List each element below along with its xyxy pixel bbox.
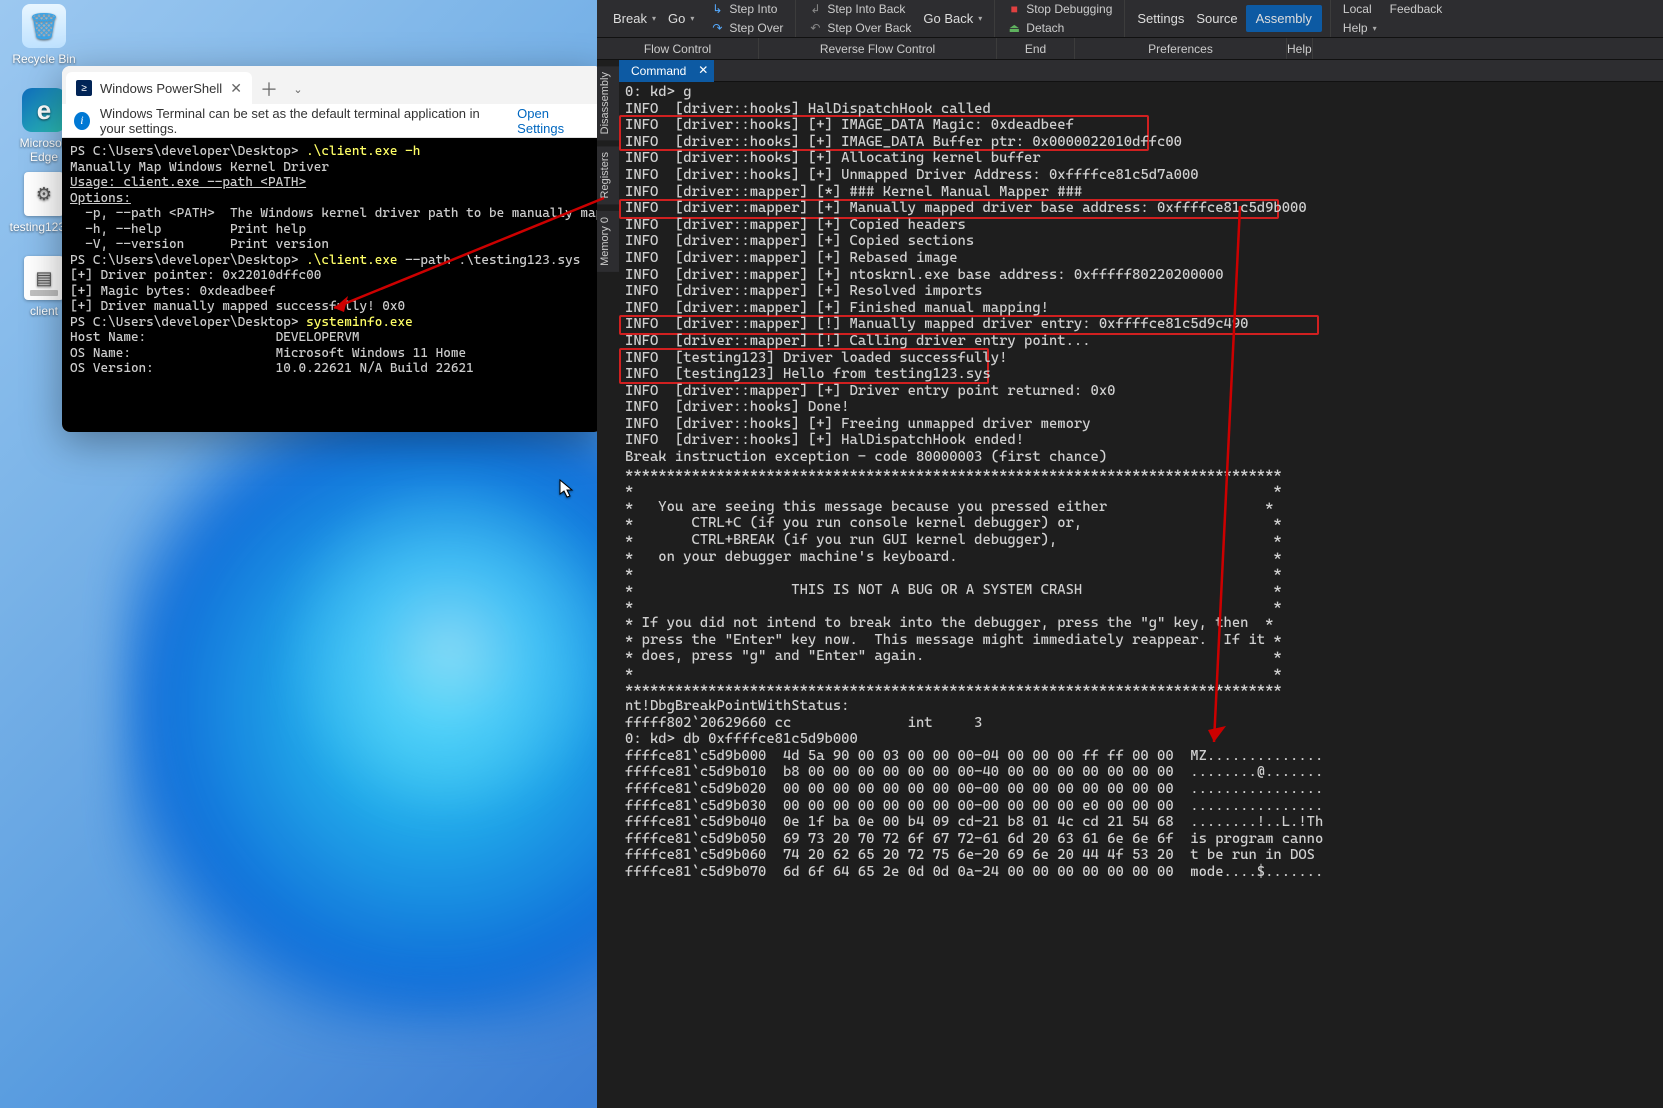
close-icon[interactable]: ✕ (698, 63, 708, 77)
windbg-window[interactable]: Break▾ Go▾ ↳Step Into ↷Step Over ↲Step I… (597, 0, 1663, 1108)
stop-debugging-button[interactable]: ■Stop Debugging (1003, 0, 1116, 18)
source-button[interactable]: Source (1192, 9, 1241, 28)
desktop-label: Recycle Bin (6, 52, 82, 66)
step-into-icon: ↳ (710, 2, 724, 16)
go-back-button[interactable]: Go Back▾ (919, 9, 986, 28)
info-icon: i (74, 112, 90, 130)
step-into-back-button[interactable]: ↲Step Into Back (804, 0, 915, 18)
subbar-prefs: Preferences (1075, 38, 1287, 59)
new-tab-button[interactable]: ＋ (254, 74, 284, 104)
side-tabs: Disassembly Registers Memory 0 (597, 62, 619, 272)
tab-disassembly[interactable]: Disassembly (597, 66, 619, 140)
mouse-cursor (559, 479, 575, 499)
powershell-window[interactable]: ≥ Windows PowerShell ✕ ＋ ⌄ i Windows Ter… (62, 66, 602, 432)
close-icon[interactable]: ✕ (230, 80, 242, 97)
settings-button[interactable]: Settings (1133, 9, 1188, 28)
tab-bar: ≥ Windows PowerShell ✕ ＋ ⌄ (62, 66, 602, 104)
go-button[interactable]: Go▾ (664, 9, 698, 28)
stop-icon: ■ (1007, 2, 1021, 16)
step-over-back-icon: ↶ (808, 21, 822, 35)
break-button[interactable]: Break▾ (609, 9, 660, 28)
tab-powershell[interactable]: ≥ Windows PowerShell ✕ (66, 72, 252, 104)
detach-icon: ⏏ (1007, 21, 1021, 35)
edge-icon: e (22, 88, 66, 132)
feedback-button[interactable]: Feedback (1386, 0, 1447, 18)
info-text: Windows Terminal can be set as the defau… (100, 106, 507, 136)
subbar-end: End (997, 38, 1075, 59)
terminal-output[interactable]: PS C:\Users\developer\Desktop> .\client.… (62, 138, 602, 432)
tab-title: Windows PowerShell (100, 81, 222, 96)
windbg-subbar: Flow Control Reverse Flow Control End Pr… (597, 38, 1663, 60)
step-into-back-icon: ↲ (808, 2, 822, 16)
desktop-icon-recycle-bin[interactable]: 🗑 Recycle Bin (6, 4, 82, 66)
command-output[interactable]: 0: kd> gINFO [driver::hooks] HalDispatch… (619, 82, 1663, 1108)
subbar-flow: Flow Control (597, 38, 759, 59)
assembly-button[interactable]: Assembly (1246, 5, 1322, 32)
windbg-toolbar: Break▾ Go▾ ↳Step Into ↷Step Over ↲Step I… (597, 0, 1663, 38)
tab-memory0[interactable]: Memory 0 (597, 211, 619, 272)
step-over-button[interactable]: ↷Step Over (706, 19, 787, 37)
open-settings-link[interactable]: Open Settings (517, 106, 590, 136)
step-over-icon: ↷ (710, 21, 724, 35)
recycle-bin-icon: 🗑 (22, 4, 66, 48)
command-tab[interactable]: Command ✕ (619, 60, 714, 82)
step-over-back-button[interactable]: ↶Step Over Back (804, 19, 915, 37)
wallpaper-bloom-bright (260, 460, 640, 840)
powershell-icon: ≥ (76, 80, 92, 96)
local-button[interactable]: Local (1339, 0, 1376, 18)
command-panel-header: Command ✕ (619, 60, 1663, 82)
subbar-help: Help (1287, 38, 1313, 59)
exe-icon: ▤ (24, 256, 64, 300)
subbar-reverse-flow: Reverse Flow Control (759, 38, 997, 59)
tab-registers[interactable]: Registers (597, 146, 619, 204)
step-into-button[interactable]: ↳Step Into (706, 0, 787, 18)
help-button[interactable]: Help▾ (1339, 19, 1446, 37)
info-bar: i Windows Terminal can be set as the def… (62, 104, 602, 138)
detach-button[interactable]: ⏏Detach (1003, 19, 1116, 37)
file-icon: ⚙ (24, 172, 64, 216)
tab-dropdown[interactable]: ⌄ (286, 74, 310, 104)
